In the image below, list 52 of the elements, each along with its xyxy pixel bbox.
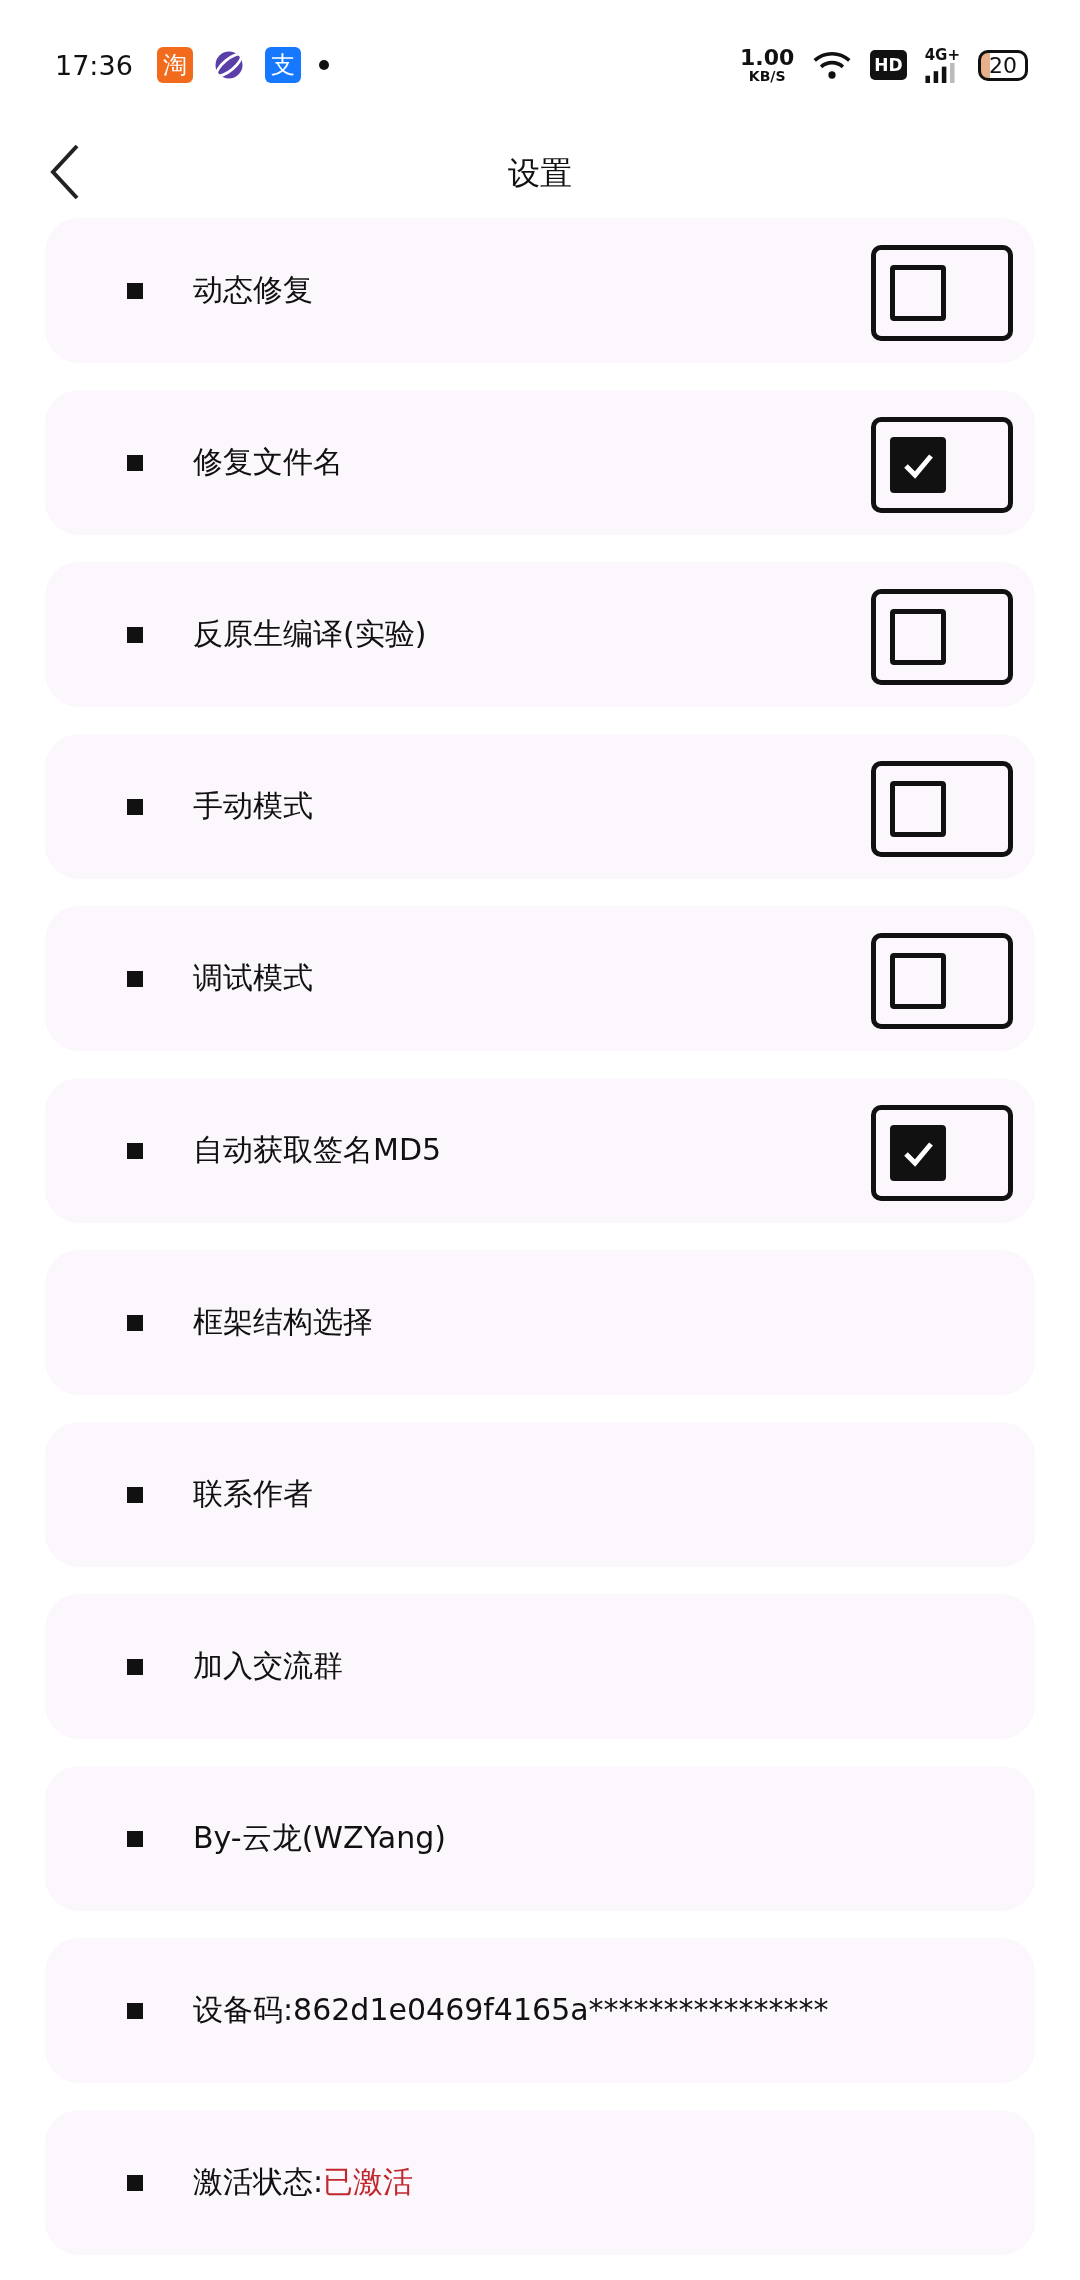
setting-label: 反原生编译(实验)	[193, 615, 427, 653]
network-speed-unit: KB/S	[748, 69, 786, 83]
checkbox[interactable]	[871, 245, 1013, 341]
bullet-icon	[127, 1142, 143, 1159]
checkbox[interactable]	[871, 761, 1013, 857]
setting-label: 设备码:862d1e0469f4165a****************	[193, 1991, 829, 2029]
bullet-icon	[127, 1658, 143, 1675]
notification-dot-icon	[318, 60, 329, 70]
battery-indicator: 20	[978, 49, 1028, 81]
setting-label: 动态修复	[193, 271, 313, 309]
setting-label: 联系作者	[193, 1475, 313, 1513]
bullet-icon	[127, 1830, 143, 1847]
bullet-icon	[127, 282, 143, 299]
bullet-icon	[127, 798, 143, 815]
back-button[interactable]	[50, 144, 80, 200]
setting-row[interactable]: 联系作者	[45, 1422, 1035, 1567]
setting-row[interactable]: 自动获取签名MD5	[45, 1078, 1035, 1223]
signal-icon	[924, 62, 955, 83]
bullet-icon	[127, 2002, 143, 2019]
hd-badge: HD	[870, 50, 907, 80]
setting-label: 手动模式	[193, 787, 313, 825]
bullet-icon	[127, 626, 143, 643]
page-title: 设置	[508, 153, 572, 194]
app-notification-icon: 淘	[156, 47, 193, 83]
wifi-icon	[812, 49, 853, 81]
setting-row[interactable]: 动态修复	[45, 218, 1035, 363]
setting-row[interactable]: 加入交流群	[45, 1594, 1035, 1739]
setting-label: 自动获取签名MD5	[193, 1131, 442, 1169]
network-type: 4G+	[924, 47, 960, 63]
setting-label: 修复文件名	[193, 443, 343, 481]
checkbox[interactable]	[871, 589, 1013, 685]
bullet-icon	[127, 2174, 143, 2191]
status-time: 17:36	[55, 49, 133, 81]
setting-label: 调试模式	[193, 959, 313, 997]
network-speed: 1.00	[740, 47, 795, 69]
setting-row[interactable]: 调试模式	[45, 906, 1035, 1051]
app-notification-icon: 支	[264, 47, 301, 83]
checkbox[interactable]	[871, 1105, 1013, 1201]
setting-label: 激活状态:已激活	[193, 2163, 414, 2201]
setting-row[interactable]: 反原生编译(实验)	[45, 562, 1035, 707]
setting-label: By-云龙(WZYang)	[193, 1819, 446, 1857]
setting-label: 框架结构选择	[193, 1303, 373, 1341]
setting-label: 加入交流群	[193, 1647, 343, 1685]
bullet-icon	[127, 1486, 143, 1503]
checkbox[interactable]	[871, 417, 1013, 513]
bullet-icon	[127, 1314, 143, 1331]
bullet-icon	[127, 970, 143, 987]
checkbox[interactable]	[871, 933, 1013, 1029]
setting-row[interactable]: 框架结构选择	[45, 1250, 1035, 1395]
setting-row[interactable]: 手动模式	[45, 734, 1035, 879]
setting-row[interactable]: 修复文件名	[45, 390, 1035, 535]
bullet-icon	[127, 454, 143, 471]
